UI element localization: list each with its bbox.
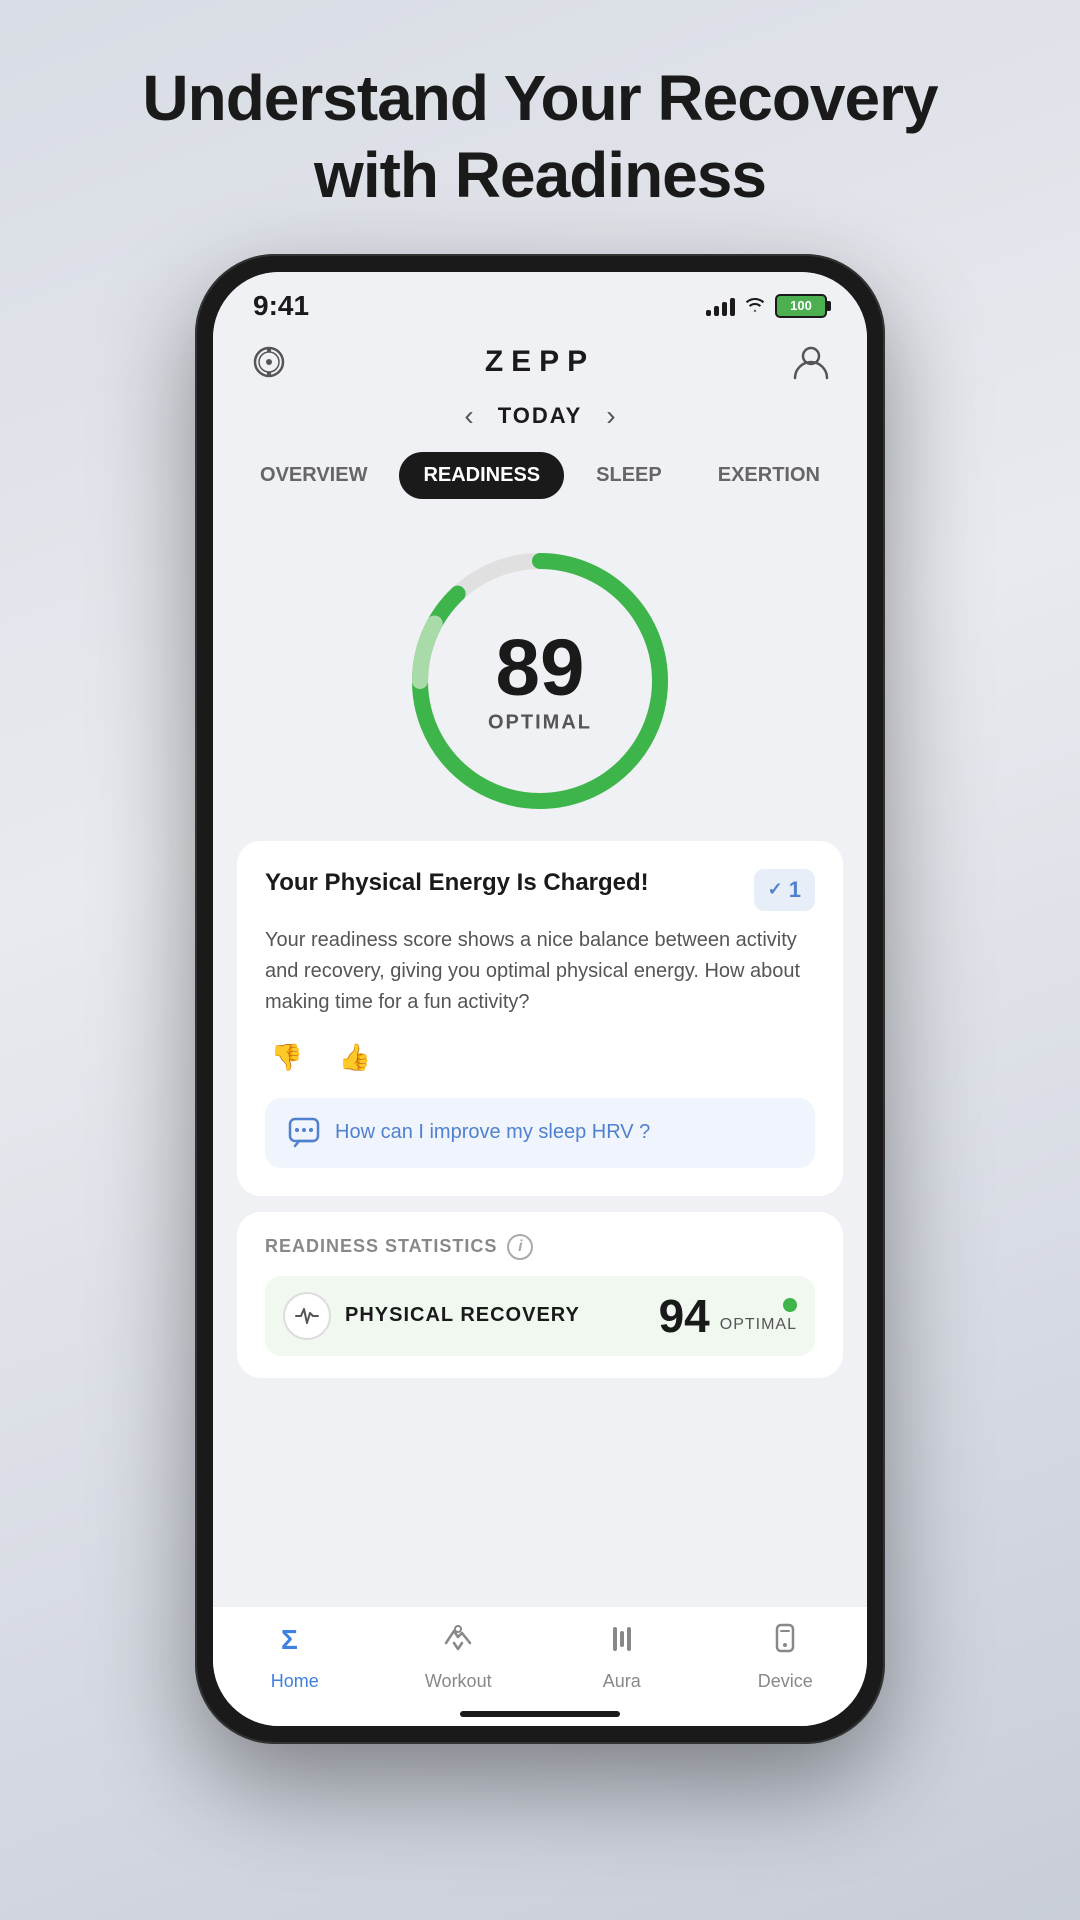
stats-title: READINESS STATISTICS — [265, 1236, 497, 1257]
nav-label-home: Home — [271, 1671, 319, 1692]
date-nav: ‹ TODAY › — [213, 392, 867, 440]
gauge-center: 89 OPTIMAL — [488, 627, 592, 734]
watch-icon[interactable] — [249, 342, 289, 382]
tabs-container: OVERVIEW READINESS SLEEP EXERTION — [213, 440, 867, 511]
svg-text:Σ: Σ — [281, 1624, 298, 1655]
wifi-icon — [743, 293, 767, 319]
insight-badge: ✓ 1 — [754, 869, 815, 911]
status-time: 9:41 — [253, 290, 309, 322]
bottom-nav: Σ Home Workout — [213, 1606, 867, 1702]
badge-check-icon: ✓ — [768, 879, 783, 900]
app-header: ZEPP — [213, 332, 867, 392]
nav-item-workout[interactable]: Workout — [408, 1621, 508, 1692]
tab-exertion[interactable]: EXERTION — [694, 452, 844, 499]
feedback-row: 👎 👍 — [265, 1036, 815, 1080]
gauge-status: OPTIMAL — [488, 711, 592, 734]
stat-status-dot — [783, 1298, 797, 1312]
stat-row-physical-recovery: PHYSICAL RECOVERY 94 OPTIMAL — [265, 1276, 815, 1356]
phone-screen: 9:41 100 — [213, 272, 867, 1726]
cards-area: Your Physical Energy Is Charged! ✓ 1 You… — [213, 841, 867, 1606]
readiness-gauge: 89 OPTIMAL — [400, 541, 680, 821]
aura-icon — [604, 1621, 640, 1665]
signal-bars-icon — [706, 296, 735, 316]
nav-label-device: Device — [758, 1671, 813, 1692]
thumbs-down-button[interactable]: 👎 — [265, 1036, 309, 1080]
phone-frame: 9:41 100 — [195, 254, 885, 1744]
tab-sleep[interactable]: SLEEP — [572, 452, 686, 499]
app-logo: ZEPP — [485, 345, 595, 379]
page-background-title: Understand Your Recovery with Readiness — [142, 60, 937, 214]
date-label: TODAY — [498, 403, 583, 429]
stat-status-label: OPTIMAL — [720, 1316, 797, 1334]
home-indicator — [213, 1702, 867, 1726]
badge-count: 1 — [789, 877, 801, 903]
status-bar: 9:41 100 — [213, 272, 867, 332]
ai-prompt-text: How can I improve my sleep HRV ? — [335, 1121, 650, 1144]
scroll-content: 89 OPTIMAL Your Physical Energy Is Charg… — [213, 511, 867, 1606]
prev-date-button[interactable]: ‹ — [464, 400, 473, 432]
stat-name: PHYSICAL RECOVERY — [345, 1304, 580, 1327]
info-icon[interactable]: i — [507, 1234, 533, 1260]
gauge-section: 89 OPTIMAL — [213, 511, 867, 841]
activity-icon — [283, 1292, 331, 1340]
gauge-score: 89 — [488, 627, 592, 707]
home-icon: Σ — [277, 1621, 313, 1665]
insight-body: Your readiness score shows a nice balanc… — [265, 925, 815, 1018]
ai-prompt-button[interactable]: How can I improve my sleep HRV ? — [265, 1098, 815, 1168]
nav-item-home[interactable]: Σ Home — [245, 1621, 345, 1692]
thumbs-up-button[interactable]: 👍 — [333, 1036, 377, 1080]
stats-card: READINESS STATISTICS i PHYSICAL RECOVERY — [237, 1212, 843, 1378]
stats-header: READINESS STATISTICS i — [265, 1234, 815, 1260]
stat-right: 94 OPTIMAL — [659, 1293, 797, 1339]
user-icon[interactable] — [791, 342, 831, 382]
next-date-button[interactable]: › — [606, 400, 615, 432]
ai-chat-icon — [287, 1116, 321, 1150]
battery-icon: 100 — [775, 294, 827, 318]
insight-title: Your Physical Energy Is Charged! — [265, 869, 649, 897]
workout-icon — [440, 1621, 476, 1665]
stat-value: 94 — [659, 1293, 710, 1339]
tab-readiness[interactable]: READINESS — [399, 452, 564, 499]
nav-item-aura[interactable]: Aura — [572, 1621, 672, 1692]
home-bar — [460, 1711, 620, 1717]
status-icons: 100 — [706, 293, 827, 319]
insight-card: Your Physical Energy Is Charged! ✓ 1 You… — [237, 841, 843, 1196]
stat-left: PHYSICAL RECOVERY — [283, 1292, 580, 1340]
device-icon — [767, 1621, 803, 1665]
tab-overview[interactable]: OVERVIEW — [236, 452, 391, 499]
nav-label-aura: Aura — [603, 1671, 641, 1692]
nav-item-device[interactable]: Device — [735, 1621, 835, 1692]
stat-status-group: OPTIMAL — [720, 1298, 797, 1334]
card-header-row: Your Physical Energy Is Charged! ✓ 1 — [265, 869, 815, 911]
nav-label-workout: Workout — [425, 1671, 492, 1692]
